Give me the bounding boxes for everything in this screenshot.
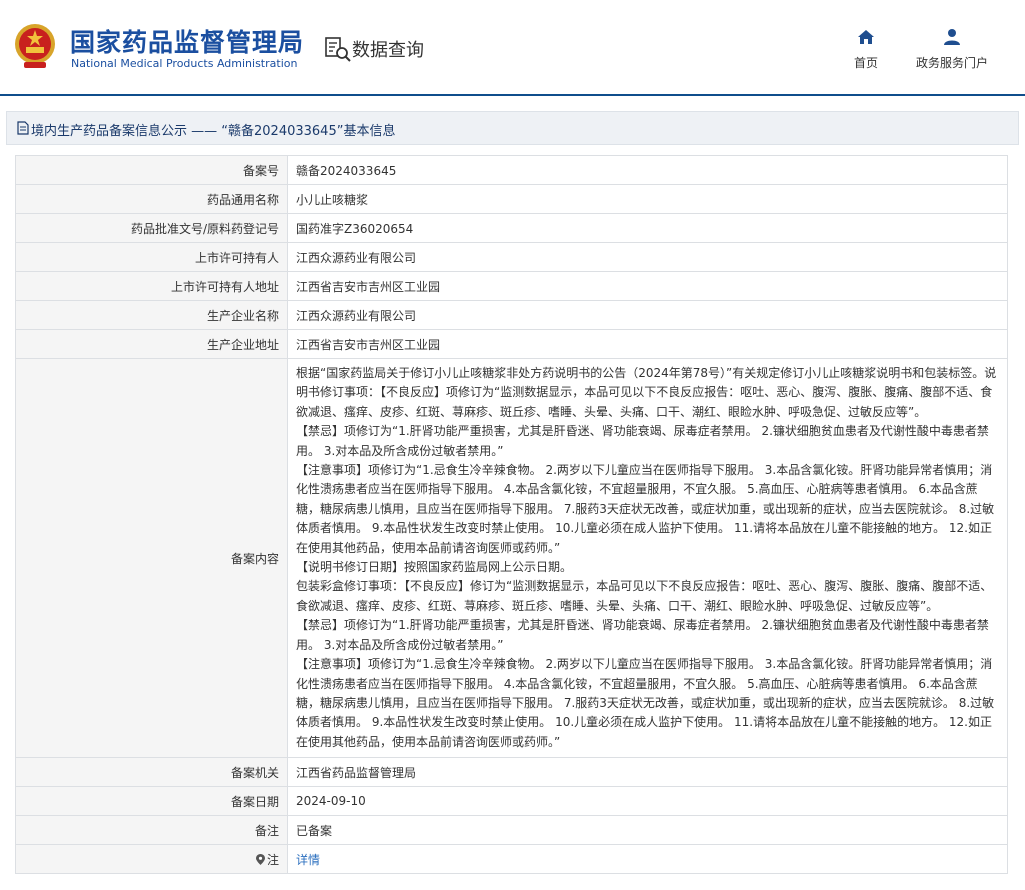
field-value: 赣备2024033645 [287,155,1008,185]
field-value: 已备案 [287,815,1008,846]
field-label: 上市许可持有人 [15,242,288,272]
data-query-icon [325,37,351,62]
field-value: 江西众源药业有限公司 [287,300,1008,330]
detail-link[interactable]: 详情 [296,853,320,867]
table-row: 备案日期 2024-09-10 [15,786,1008,817]
field-label: 生产企业地址 [15,329,288,359]
location-pin-icon [255,853,265,865]
note-value-cell: 详情 [287,844,1008,875]
field-label: 备案内容 [15,357,288,759]
content-paragraph: 【禁忌】项修订为“1.肝肾功能严重损害，尤其是肝昏迷、肾功能衰竭、尿毒症者禁用。… [296,618,989,652]
field-label: 药品通用名称 [15,184,288,214]
user-icon [944,29,960,45]
brand-name-en: National Medical Products Administration [71,57,298,70]
content-paragraph: 【禁忌】项修订为“1.肝肾功能严重损害，尤其是肝昏迷、肾功能衰竭、尿毒症者禁用。… [296,424,989,458]
table-row-content: 备案内容 根据“国家药监局关于修订小儿止咳糖浆非处方药说明书的公告（2024年第… [15,357,1008,759]
field-value: 江西省吉安市吉州区工业园 [287,329,1008,359]
field-label: 备案号 [15,155,288,185]
table-row: 备案机关 江西省药品监督管理局 [15,757,1008,788]
note-label-cell: 注 [15,844,288,875]
content-paragraph: 根据“国家药监局关于修订小儿止咳糖浆非处方药说明书的公告（2024年第78号）”… [296,366,997,419]
home-icon [858,30,874,44]
table-row: 上市许可持有人 江西众源药业有限公司 [15,242,1008,272]
field-value: 小儿止咳糖浆 [287,184,1008,214]
field-value: 2024-09-10 [287,786,1008,817]
note-label: 注 [266,852,279,867]
breadcrumb: 境内生产药品备案信息公示 —— “赣备2024033645”基本信息 [6,111,1019,145]
nav-home-label: 首页 [853,56,878,70]
content-paragraph: 【注意事项】项修订为“1.忌食生冷辛辣食物。 2.两岁以下儿童应当在医师指导下服… [296,657,995,749]
table-row: 备注 已备案 [15,815,1008,846]
document-icon [17,121,29,135]
table-row: 药品批准文号/原料药登记号 国药准字Z36020654 [15,213,1008,243]
content-paragraph: 【注意事项】项修订为“1.忌食生冷辛辣食物。 2.两岁以下儿童应当在医师指导下服… [296,463,995,555]
field-value: 江西众源药业有限公司 [287,242,1008,272]
nav-home[interactable]: 首页 [846,28,886,71]
field-label: 上市许可持有人地址 [15,271,288,301]
table-row: 备案号 赣备2024033645 [15,155,1008,185]
field-value: 江西省药品监督管理局 [287,757,1008,788]
field-label: 生产企业名称 [15,300,288,330]
nav-service-portal-label: 政务服务门户 [915,56,988,70]
breadcrumb-title: 境内生产药品备案信息公示 —— “赣备2024033645”基本信息 [31,124,396,139]
page-title: 数据查询 [352,40,424,61]
content-paragraph: 【说明书修订日期】按照国家药监局网上公示日期。 [296,560,573,575]
field-value: 国药准字Z36020654 [287,213,1008,243]
field-label: 备注 [15,815,288,846]
field-label: 备案机关 [15,757,288,788]
national-emblem-icon [15,24,55,68]
record-content: 根据“国家药监局关于修订小儿止咳糖浆非处方药说明书的公告（2024年第78号）”… [287,357,1008,759]
site-header: 国家药品监督管理局 National Medical Products Admi… [0,0,1025,96]
field-value: 江西省吉安市吉州区工业园 [287,271,1008,301]
table-row: 生产企业地址 江西省吉安市吉州区工业园 [15,329,1008,359]
nav-service-portal[interactable]: 政务服务门户 [912,28,992,71]
record-info-table: 备案号 赣备2024033645 药品通用名称 小儿止咳糖浆 药品批准文号/原料… [15,155,1008,875]
table-row: 药品通用名称 小儿止咳糖浆 [15,184,1008,214]
content-paragraph: 包装彩盒修订事项：【不良反应】修订为“监测数据显示，本品可见以下不良反应报告：呕… [296,579,993,613]
field-label: 备案日期 [15,786,288,817]
table-row: 上市许可持有人地址 江西省吉安市吉州区工业园 [15,271,1008,301]
field-label: 药品批准文号/原料药登记号 [15,213,288,243]
brand-name-cn: 国家药品监督管理局 [70,28,305,57]
table-row-note: 注 详情 [15,844,1008,875]
table-row: 生产企业名称 江西众源药业有限公司 [15,300,1008,330]
